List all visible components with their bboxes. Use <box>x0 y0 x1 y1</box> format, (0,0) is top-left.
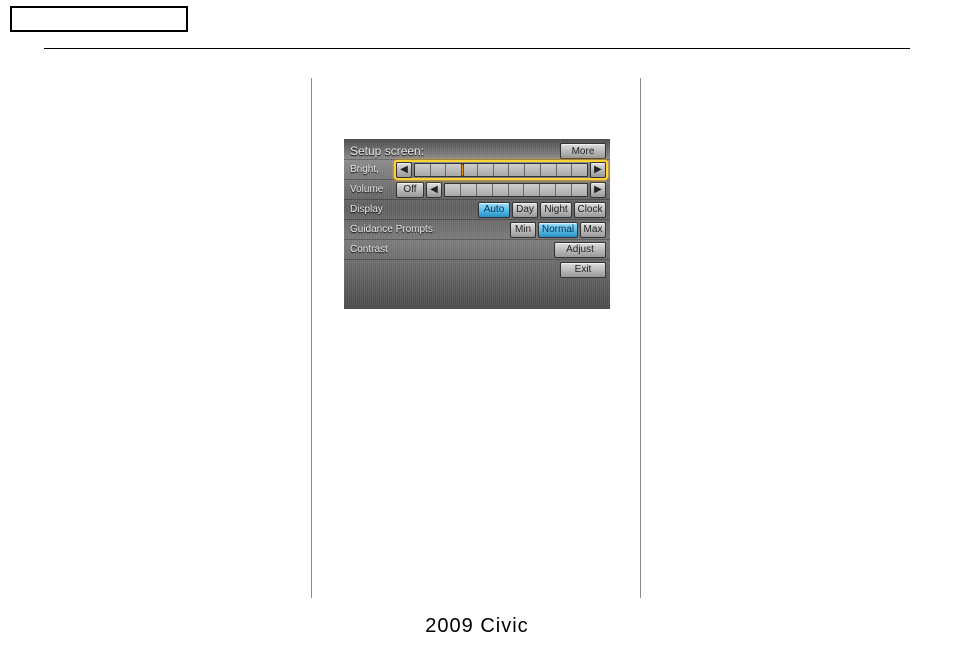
row-volume: Volume Off ◀ ▶ <box>344 179 610 199</box>
contrast-label: Contrast <box>350 244 448 255</box>
more-button[interactable]: More <box>560 143 606 159</box>
setup-header: Setup screen: More <box>344 139 610 159</box>
display-clock-button[interactable]: Clock <box>574 202 606 218</box>
row-exit: Exit <box>344 259 610 279</box>
guidance-label: Guidance Prompts <box>350 224 458 235</box>
row-bright: Bright, ◀ ▶ <box>344 159 610 179</box>
display-auto-button[interactable]: Auto <box>478 202 510 218</box>
column-divider-left <box>311 78 312 598</box>
row-guidance: Guidance Prompts Min Normal Max <box>344 219 610 239</box>
volume-slider[interactable] <box>444 183 588 197</box>
guidance-normal-button[interactable]: Normal <box>538 222 578 238</box>
exit-button[interactable]: Exit <box>560 262 606 278</box>
bright-slider-mark <box>461 164 464 176</box>
setup-screen: Setup screen: More Bright, ◀ ▶ Volume Of… <box>344 139 610 309</box>
display-day-button[interactable]: Day <box>512 202 538 218</box>
bright-left-arrow[interactable]: ◀ <box>396 162 412 178</box>
row-display: Display Auto Day Night Clock <box>344 199 610 219</box>
bright-ticks <box>415 164 587 176</box>
volume-left-arrow[interactable]: ◀ <box>426 182 442 198</box>
volume-slider-wrap: ◀ ▶ <box>426 182 606 198</box>
row-contrast: Contrast Adjust <box>344 239 610 259</box>
display-label: Display <box>350 204 438 215</box>
footer-text: 2009 Civic <box>0 615 954 638</box>
contrast-adjust-button[interactable]: Adjust <box>554 242 606 258</box>
column-divider-right <box>640 78 641 598</box>
top-empty-box <box>10 6 188 32</box>
guidance-max-button[interactable]: Max <box>580 222 606 238</box>
bright-right-arrow[interactable]: ▶ <box>590 162 606 178</box>
bright-label: Bright, <box>350 164 396 175</box>
volume-off-button[interactable]: Off <box>396 182 424 198</box>
display-night-button[interactable]: Night <box>540 202 572 218</box>
bright-slider-wrap: ◀ ▶ <box>396 162 606 178</box>
volume-right-arrow[interactable]: ▶ <box>590 182 606 198</box>
volume-label: Volume <box>350 184 396 195</box>
setup-title: Setup screen: <box>350 144 424 158</box>
bright-slider[interactable] <box>414 163 588 177</box>
guidance-min-button[interactable]: Min <box>510 222 536 238</box>
volume-ticks <box>445 184 587 196</box>
header-rule <box>44 48 910 49</box>
